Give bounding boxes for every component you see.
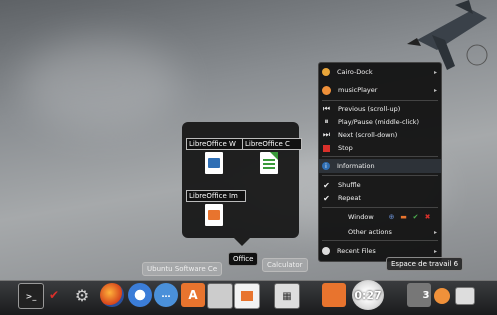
menu-label: Repeat <box>338 194 361 202</box>
checkmark-icon: ✔ <box>323 180 330 190</box>
menu-separator <box>322 240 438 241</box>
workspace-number: 3 <box>422 289 430 301</box>
app-label: LibreOffice W <box>186 138 246 150</box>
menu-label: Information <box>337 162 375 170</box>
magnify-icon[interactable]: ⊕ <box>388 213 395 221</box>
menu-item-play-pause[interactable]: ⏸ Play/Pause (middle-click) <box>319 115 441 129</box>
menu-item-information[interactable]: i Information <box>319 159 441 173</box>
menu-separator <box>322 207 438 208</box>
previous-icon: ⏮ <box>322 104 331 113</box>
terminal-icon[interactable]: >_ <box>18 283 44 309</box>
menu-item-shuffle[interactable]: ✔ Shuffle <box>319 178 441 192</box>
chat-icon[interactable]: … <box>154 283 178 307</box>
menu-item-music-player[interactable]: musicPlayer ▸ <box>319 83 441 97</box>
menu-label: Play/Pause (middle-click) <box>338 118 420 126</box>
firefox-icon[interactable] <box>100 283 124 307</box>
writer-document-icon <box>205 152 223 174</box>
menu-item-cairo-dock[interactable]: Cairo-Dock ▸ <box>319 65 441 79</box>
menu-item-other-actions[interactable]: Other actions ▸ <box>319 225 441 239</box>
app-label: LibreOffice C <box>242 138 302 150</box>
submenu-arrow-icon: ▸ <box>433 228 437 236</box>
menu-item-stop[interactable]: Stop <box>319 141 441 155</box>
menu-item-previous[interactable]: ⏮ Previous (scroll-up) <box>319 102 441 116</box>
workspace-tooltip: Espace de travail 6 <box>386 257 464 271</box>
libreoffice-impress-launcher[interactable]: LibreOffice Im <box>186 190 246 226</box>
menu-item-window: Window ⊕ ▬ ✔ ✖ <box>319 210 441 224</box>
menu-label: Window <box>348 213 374 221</box>
impress-presentation-icon <box>205 204 223 226</box>
menu-item-next[interactable]: ⏭ Next (scroll-down) <box>319 128 441 142</box>
submenu-arrow-icon: ▸ <box>433 247 437 255</box>
calc-spreadsheet-icon <box>260 152 278 174</box>
submenu-arrow-icon: ▸ <box>433 86 437 94</box>
stop-icon <box>322 144 331 153</box>
menu-label: musicPlayer <box>338 86 378 94</box>
thunderbird-icon[interactable] <box>128 283 152 307</box>
libreoffice-calc-launcher[interactable]: LibreOffice C <box>242 138 302 174</box>
recent-files-icon <box>322 247 330 255</box>
maximize-icon[interactable]: ✔ <box>412 213 419 221</box>
menu-label: Stop <box>338 144 353 152</box>
minimize-icon[interactable]: ▬ <box>400 213 407 221</box>
cloud-shape <box>20 40 180 130</box>
dock-context-menu: Cairo-Dock ▸ musicPlayer ▸ ⏮ Previous (s… <box>318 62 442 262</box>
next-icon: ⏭ <box>322 130 331 139</box>
menu-label: Other actions <box>348 228 392 236</box>
settings-gear-icon[interactable]: ⚙ <box>70 283 94 307</box>
menu-label: Shuffle <box>338 181 361 189</box>
menu-separator <box>322 100 438 101</box>
calculator-icon[interactable]: ▦ <box>274 283 300 309</box>
menu-label: Recent Files <box>337 247 376 255</box>
menu-separator <box>322 175 438 176</box>
menu-item-repeat[interactable]: ✔ Repeat <box>319 191 441 205</box>
menu-label: Next (scroll-down) <box>338 131 398 139</box>
pause-icon: ⏸ <box>324 117 329 126</box>
screenshot-app-icon[interactable] <box>455 287 475 305</box>
menu-label: Cairo-Dock <box>337 68 373 76</box>
presentation-icon <box>241 291 253 301</box>
music-player-dock-icon[interactable] <box>434 288 450 304</box>
office-stack-popup: LibreOffice W LibreOffice C LibreOffice … <box>182 122 302 246</box>
cairo-dock-icon <box>322 68 330 76</box>
checkmark-app-icon[interactable]: ✔ <box>42 283 66 307</box>
close-icon[interactable]: ✖ <box>424 213 431 221</box>
software-center-tooltip: Ubuntu Software Ce <box>142 262 223 276</box>
libreoffice-writer-launcher[interactable]: LibreOffice W <box>186 138 246 174</box>
office-tooltip: Office <box>228 252 259 266</box>
app-label: LibreOffice Im <box>186 190 246 202</box>
software-center-icon[interactable]: A <box>181 283 205 307</box>
music-player-icon <box>322 85 331 95</box>
menu-separator <box>322 156 438 157</box>
checkmark-icon: ✔ <box>323 193 330 203</box>
office-stack-icon[interactable] <box>234 283 260 309</box>
dock-app-icon[interactable] <box>207 283 233 309</box>
calculator-tooltip: Calculator <box>262 258 308 272</box>
clock-time: 0:27 <box>354 288 382 302</box>
submenu-arrow-icon: ▸ <box>433 68 437 76</box>
info-icon: i <box>322 162 330 170</box>
menu-label: Previous (scroll-up) <box>338 105 401 113</box>
menu-item-recent-files[interactable]: Recent Files ▸ <box>319 244 441 258</box>
files-folder-icon[interactable] <box>322 283 346 307</box>
clock-widget[interactable]: 0:27 <box>352 280 384 310</box>
